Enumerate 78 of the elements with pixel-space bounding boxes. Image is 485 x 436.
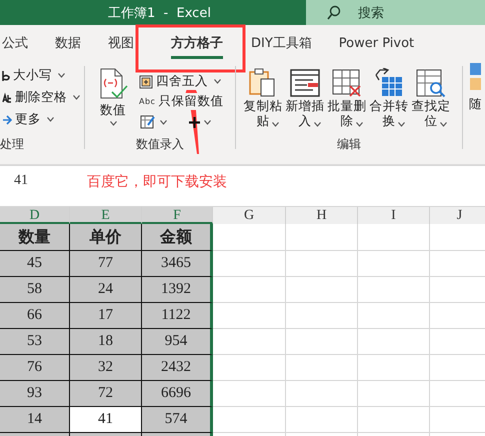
case-icon (2, 70, 10, 82)
pencil-icon (140, 114, 156, 130)
caret-icon (398, 122, 405, 127)
table-cell: 77 (70, 251, 142, 277)
column-header[interactable]: D (0, 207, 70, 224)
formula-bar[interactable]: 41 百度它，即可下载安装 (0, 165, 485, 207)
ribbon-tab[interactable]: 数据 (55, 30, 81, 59)
caret-icon (356, 122, 363, 127)
ribbon-button[interactable]: 复制粘贴 (242, 66, 284, 130)
window-title: 工作簿1 - Excel (108, 4, 211, 22)
ribbon-tab[interactable]: 视图 (108, 30, 134, 59)
caret-icon (47, 117, 54, 122)
caret-icon (204, 120, 211, 124)
ribbon-tab[interactable]: 方方格子 (171, 30, 223, 59)
ribbon-button[interactable]: 大小写 (0, 66, 84, 85)
table-cell: 1392 (142, 277, 213, 303)
formula-value: 41 (14, 173, 28, 189)
caret-icon (73, 95, 80, 100)
table-cell: 14 (0, 407, 70, 433)
table-cell: 574 (142, 407, 213, 433)
column-header[interactable]: J (430, 207, 485, 224)
group-label: 编辑 (337, 136, 361, 153)
table-cell: 17 (70, 303, 142, 329)
table-header-cell: 单价 (70, 224, 142, 251)
search-icon (326, 4, 342, 20)
group-label: 数值录入 (136, 136, 184, 153)
caret-icon (214, 79, 221, 84)
table-cell: 66 (0, 303, 70, 329)
ribbon-tab[interactable]: Power Pivot (338, 32, 414, 58)
table-cell: 1122 (142, 303, 213, 329)
caret-icon (58, 73, 65, 78)
ribbon-button[interactable]: 批量删除 (326, 66, 368, 130)
column-header[interactable]: E (70, 207, 142, 224)
table-cell: 3465 (142, 251, 213, 277)
caret-icon (272, 122, 279, 127)
search-table-icon (416, 68, 446, 98)
column-header[interactable]: G (213, 207, 286, 224)
add-dropdown-button[interactable] (189, 114, 211, 130)
column-header[interactable]: F (142, 207, 213, 224)
ribbon-tab[interactable]: DIY工具箱 (251, 30, 312, 59)
caret-icon (110, 121, 116, 126)
plus-icon (189, 116, 200, 128)
ribbon-tab[interactable]: 公式 (2, 30, 28, 59)
caret-icon (440, 122, 447, 127)
arrow-icon (2, 114, 12, 126)
edit-dropdown-button[interactable] (140, 114, 167, 130)
table-cell: 58 (0, 277, 70, 303)
column-header[interactable]: H (286, 207, 358, 224)
caret-icon (314, 122, 321, 127)
ribbon-button[interactable]: 新增插入 (284, 66, 326, 130)
caret-icon (160, 120, 167, 124)
table-cell: 45 (0, 251, 70, 277)
table-header-cell: 金额 (142, 224, 213, 251)
annotation-text: 百度它，即可下载安装 (87, 173, 227, 191)
table-cell: 6696 (142, 381, 213, 407)
column-header[interactable]: I (358, 207, 430, 224)
table-cell: 32 (70, 355, 142, 381)
delete-grid-icon (332, 68, 362, 98)
ribbon-button[interactable]: 合并转换 (368, 66, 410, 130)
table-cell: 53 (0, 329, 70, 355)
table-cell: 72 (70, 381, 142, 407)
search-field[interactable]: 搜索 (306, 0, 485, 25)
table-cell: 954 (142, 329, 213, 355)
table-cell: 93 (0, 381, 70, 407)
merge-table-icon (374, 68, 404, 98)
table-cell: 24 (70, 277, 142, 303)
table-cell: 18 (70, 329, 142, 355)
insert-row-icon (290, 68, 320, 98)
table-cell: 76 (0, 355, 70, 381)
table-header-cell: 数量 (0, 224, 70, 251)
table-cell: 41 (70, 407, 142, 433)
document-check-icon (98, 68, 128, 100)
ribbon-button[interactable]: 更多 (0, 110, 84, 129)
table-cell: 2432 (142, 355, 213, 381)
ribbon-button[interactable]: 查找定位 (410, 66, 452, 130)
group-label: 处理 (0, 136, 24, 153)
ribbon-button[interactable]: 随 (463, 60, 483, 155)
number-button[interactable]: 数值 (93, 66, 133, 130)
